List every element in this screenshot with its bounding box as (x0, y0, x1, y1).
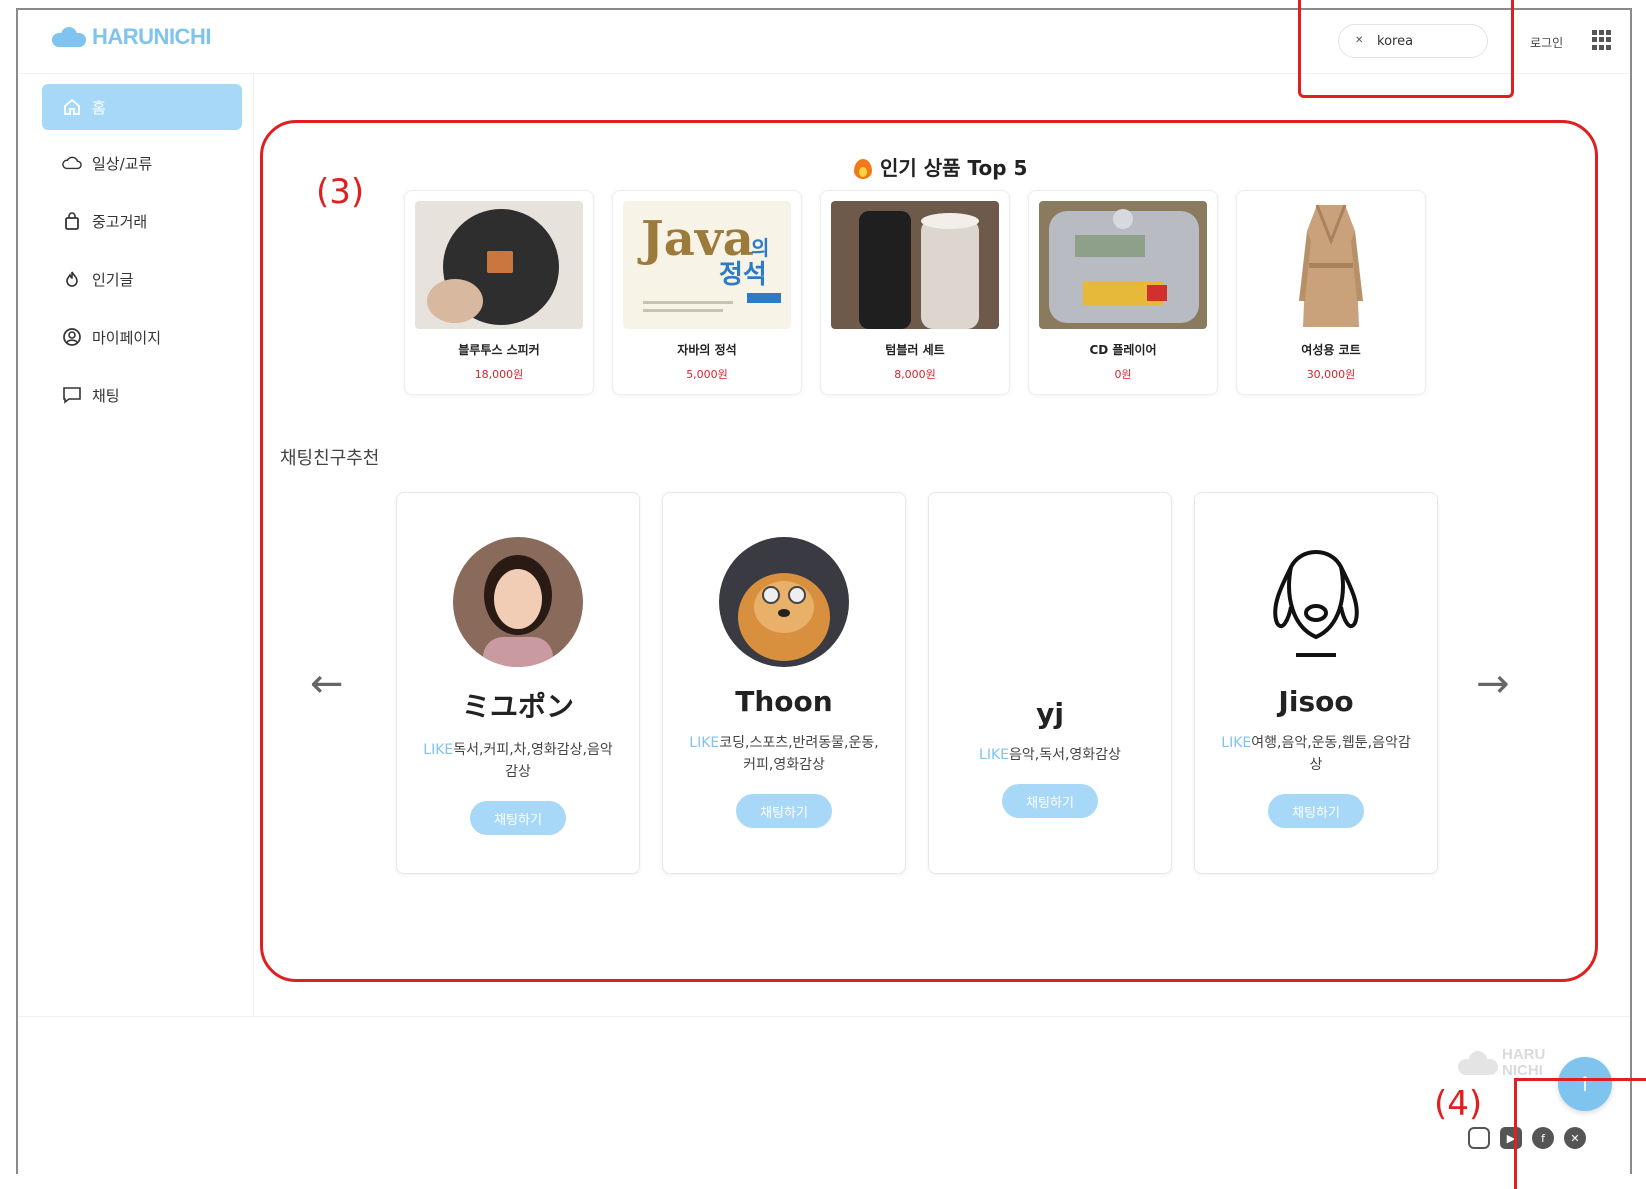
sidebar-item-label: 홈 (92, 98, 106, 117)
logo-text: HARUNICHI (92, 24, 211, 49)
sidebar-item-daily[interactable]: 일상/교류 (42, 140, 242, 186)
footer-logo: HARU NICHI (1458, 1046, 1546, 1079)
sidebar-item-label: 중고거래 (92, 212, 148, 231)
bag-icon (62, 211, 82, 231)
apps-grid-icon[interactable] (1592, 30, 1612, 50)
footer-logo-text: HARU NICHI (1502, 1046, 1546, 1079)
sidebar: 홈 일상/교류 중고거래 인기글 마이페이지 채팅 (18, 74, 254, 1016)
home-icon (62, 97, 82, 117)
cloud-logo-icon (52, 27, 86, 47)
footer: HARU NICHI ↑ ▶ f ✕ (18, 1016, 1630, 1174)
annotation-box-language (1298, 0, 1514, 98)
sidebar-item-label: 채팅 (92, 386, 120, 405)
sidebar-item-label: 마이페이지 (92, 328, 162, 347)
fire-icon (62, 269, 82, 289)
sidebar-item-label: 일상/교류 (92, 154, 153, 173)
sidebar-item-market[interactable]: 중고거래 (42, 198, 242, 244)
login-link[interactable]: 로그인 (1530, 34, 1563, 51)
instagram-icon[interactable] (1468, 1127, 1490, 1149)
annotation-box-main (260, 120, 1598, 982)
user-circle-icon (62, 327, 82, 347)
annotation-box-footer (1514, 1078, 1646, 1189)
logo[interactable]: HARUNICHI (52, 24, 211, 50)
annotation-label-3: (3) (316, 172, 365, 212)
sidebar-item-home[interactable]: 홈 (42, 84, 242, 130)
footer-cloud-icon (1458, 1051, 1498, 1075)
sidebar-item-chat[interactable]: 채팅 (42, 372, 242, 418)
chat-icon (62, 385, 82, 405)
sidebar-item-popular[interactable]: 인기글 (42, 256, 242, 302)
cloud-icon (62, 153, 82, 173)
sidebar-item-mypage[interactable]: 마이페이지 (42, 314, 242, 360)
annotation-label-4: (4) (1434, 1084, 1483, 1124)
sidebar-item-label: 인기글 (92, 270, 134, 289)
